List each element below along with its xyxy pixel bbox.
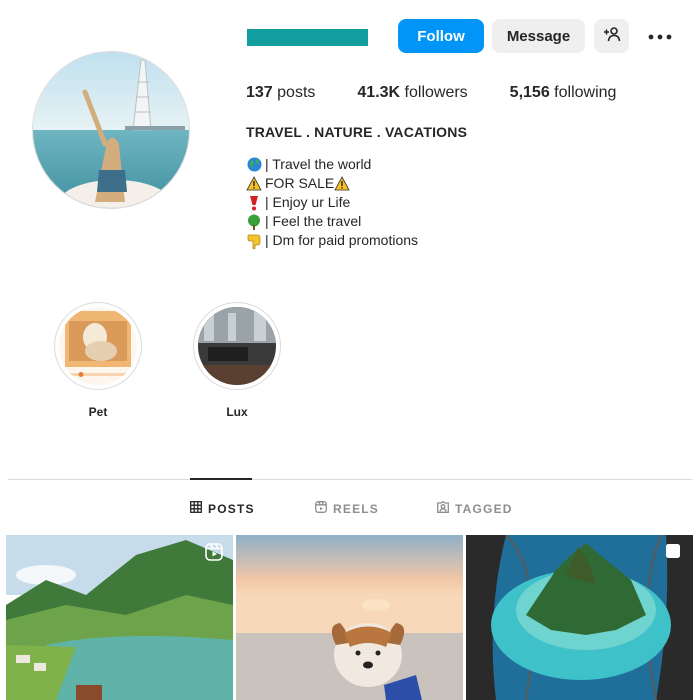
highlight-cover — [193, 302, 281, 390]
tab-tagged[interactable]: TAGGED — [437, 500, 513, 516]
tabs-divider — [8, 479, 692, 480]
add-person-icon — [603, 26, 621, 46]
bio-line-text: FOR SALE — [265, 175, 335, 191]
bio-line: | Dm for paid promotions — [246, 231, 418, 250]
carousel-icon — [665, 543, 681, 559]
reels-icon — [315, 501, 327, 516]
bio-line: FOR SALE — [246, 174, 418, 193]
followers-count: 41.3K — [357, 84, 401, 101]
bio-line-text: | Travel the world — [265, 156, 372, 172]
point-down-icon — [246, 233, 262, 249]
warning-icon — [334, 176, 350, 192]
posts-count: 137 — [246, 84, 273, 101]
followers-stat[interactable]: 41.3K followers — [357, 84, 467, 102]
bio-line: | Enjoy ur Life — [246, 193, 418, 212]
following-stat[interactable]: 5,156 following — [510, 84, 617, 102]
following-count: 5,156 — [509, 84, 550, 101]
bio-line-text: | Dm for paid promotions — [265, 232, 419, 248]
warning-icon — [246, 176, 262, 192]
message-button[interactable]: Message — [492, 19, 585, 53]
suggest-accounts-button[interactable] — [594, 19, 629, 53]
tab-label: POSTS — [208, 501, 255, 516]
bio-line: | Travel the world — [246, 155, 418, 174]
tab-reels[interactable]: REELS — [315, 501, 379, 516]
post-tile[interactable] — [236, 535, 463, 700]
following-label: following — [549, 84, 617, 101]
highlight-label: Lux — [226, 405, 248, 419]
more-options-button[interactable] — [640, 19, 680, 53]
post-tile[interactable] — [6, 535, 233, 700]
followers-label: followers — [400, 84, 468, 101]
posts-stat: 137 posts — [246, 84, 315, 102]
post-tile[interactable] — [466, 535, 693, 700]
posts-label: posts — [272, 84, 316, 101]
tab-label: REELS — [333, 501, 380, 516]
follow-button[interactable]: Follow — [398, 19, 484, 53]
grid-icon — [190, 501, 202, 516]
more-options-icon — [648, 27, 672, 45]
profile-avatar[interactable] — [32, 51, 190, 209]
bio-line-text: | Feel the travel — [265, 213, 362, 229]
globe-icon — [246, 157, 262, 173]
reel-icon — [205, 543, 223, 561]
tagged-icon — [437, 500, 449, 516]
highlight-cover — [54, 302, 142, 390]
profile-page: Follow Message 137 posts 41.3K followers… — [0, 0, 700, 700]
bio-line-text: | Enjoy ur Life — [265, 194, 351, 210]
active-tab-indicator — [190, 478, 252, 480]
highlight-lux[interactable]: Lux — [192, 302, 282, 419]
highlight-label: Pet — [88, 405, 108, 419]
profile-stats: 137 posts 41.3K followers 5,156 followin… — [246, 84, 658, 102]
highlight-pet[interactable]: Pet — [53, 302, 143, 419]
tree-icon — [246, 214, 262, 230]
bio-line: | Feel the travel — [246, 212, 418, 231]
tab-label: TAGGED — [455, 501, 513, 516]
bio-title: TRAVEL . NATURE . VACATIONS — [246, 124, 468, 140]
tab-posts[interactable]: POSTS — [190, 501, 255, 516]
username-redacted — [247, 29, 368, 46]
exclamation-icon — [246, 195, 262, 211]
bio-lines: | Travel the world FOR SALE | Enjoy ur L… — [246, 155, 418, 250]
